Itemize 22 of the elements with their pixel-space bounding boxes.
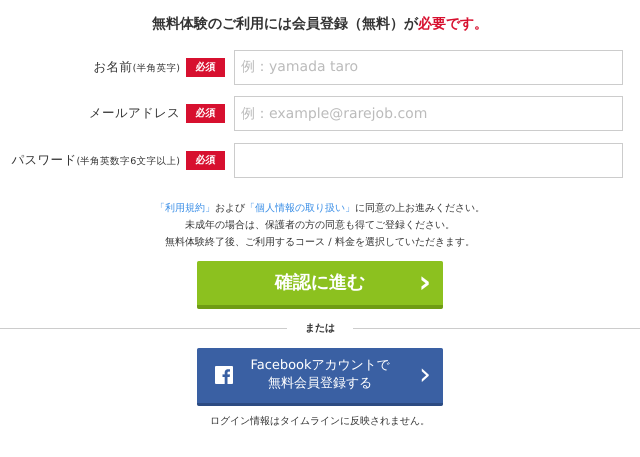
required-badge: 必須 (186, 58, 225, 77)
facebook-icon (215, 366, 233, 384)
field-label: お名前(半角英字) (92, 58, 180, 76)
link[interactable]: 「個人情報の取り扱い」 (245, 202, 355, 214)
chevron-icon: › (419, 360, 431, 390)
footer-note: ログイン情報はタイムラインに反映されません。 (209, 414, 431, 428)
required-badge: 必須 (186, 104, 225, 124)
required-badge: 必須 (186, 150, 225, 170)
field-label: メールアドレス (88, 104, 180, 122)
input-field[interactable] (234, 142, 623, 178)
notice-text: 未成年の場合は、保護者の方の同意も得てご登録ください。 (184, 218, 456, 232)
input-field[interactable]: 例：example@rarejob.com (234, 96, 623, 132)
confirm-button[interactable]: 確認に進む › (197, 260, 443, 308)
notice-text: 「利用規約」および「個人情報の取り扱い」に同意の上お進みください。 (154, 202, 486, 216)
divider-text: または (304, 322, 336, 336)
input-field[interactable]: 例：yamada taro (234, 50, 623, 85)
form-heading: 無料体験のご利用には会員登録（無料）が必要です。 (151, 15, 489, 34)
notice-text: 無料体験終了後、ご利用するコース / 料金を選択していただきます。 (164, 236, 476, 250)
field-label: パスワード(半角英数字6文字以上) (10, 150, 180, 169)
link[interactable]: 「利用規約」 (155, 202, 215, 214)
chevron-icon: › (418, 268, 431, 298)
facebook-signup-button[interactable]: Facebookアカウントで 無料会員登録する › (197, 348, 443, 406)
